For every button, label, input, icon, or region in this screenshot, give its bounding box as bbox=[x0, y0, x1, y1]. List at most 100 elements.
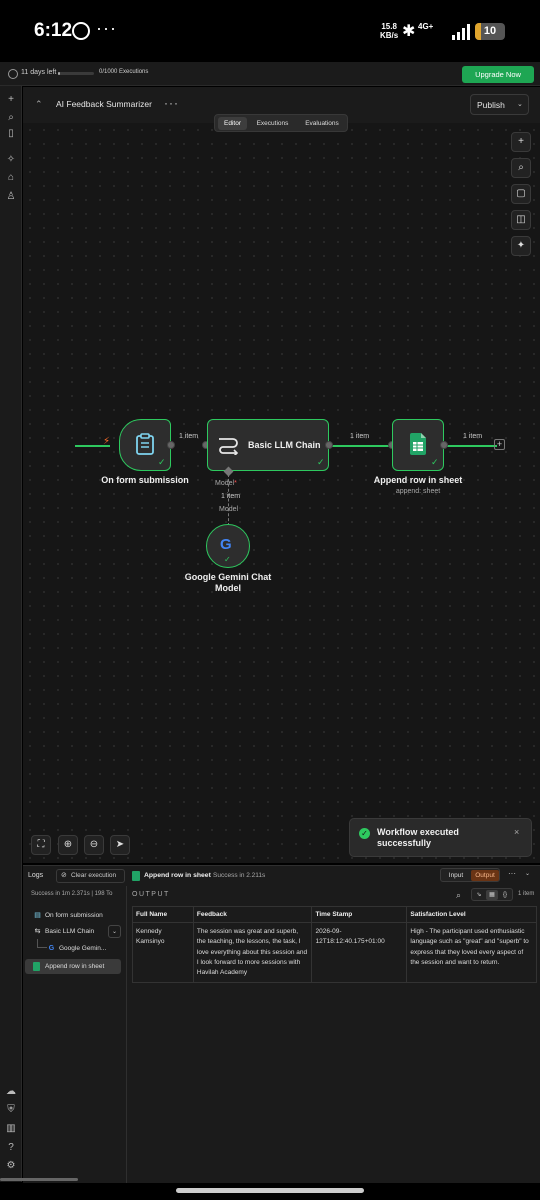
user-icon[interactable]: ♙ bbox=[5, 191, 17, 203]
connection-line bbox=[330, 445, 393, 447]
output-port[interactable] bbox=[325, 441, 333, 449]
settings-icon[interactable]: ⚙ bbox=[5, 1160, 17, 1172]
output-node-title: Append row in sheet bbox=[144, 872, 211, 879]
network-speed-value: 15.8 bbox=[381, 22, 397, 31]
status-bar: 6:12 ··· 15.8 KB/s ✱ 4G+ 10 bbox=[0, 0, 540, 62]
workflow-canvas[interactable]: + ⌕ ▢ ◫ ✦ ⚡ ✓ On form submission 1 item … bbox=[23, 123, 540, 863]
tab-evaluations[interactable]: Evaluations bbox=[298, 117, 346, 130]
column-header: Satisfaction Level bbox=[406, 906, 537, 923]
templates-icon[interactable]: ✧ bbox=[5, 154, 17, 166]
check-circle-icon: ✓ bbox=[359, 828, 370, 839]
sticky-note-icon[interactable]: ▢ bbox=[511, 184, 531, 204]
whatsapp-icon bbox=[72, 22, 90, 40]
log-tree: Success in 1m 2.371s | 198 To ▤ On form … bbox=[23, 886, 127, 1184]
output-table: Full Name Feedback Time Stamp Satisfacti… bbox=[132, 906, 537, 984]
node-label: On form submission bbox=[101, 475, 189, 485]
ai-assistant-icon[interactable]: ✦ bbox=[511, 236, 531, 256]
column-header: Feedback bbox=[192, 906, 313, 923]
schema-view-icon[interactable]: ⇘ bbox=[473, 890, 485, 900]
log-item-form[interactable]: ▤ On form submission bbox=[25, 908, 121, 923]
add-node-icon[interactable]: + bbox=[511, 132, 531, 152]
cell-time-stamp: 2026-09-12T18:12:40.175+01:00 bbox=[311, 921, 408, 984]
node-subtitle: append: sheet bbox=[395, 488, 441, 495]
success-check-icon: ✓ bbox=[431, 457, 439, 467]
battery-level: 10 bbox=[483, 25, 497, 37]
workflow-menu-icon[interactable]: ··· bbox=[164, 96, 179, 110]
output-panel: Append row in sheet Success in 2.211s In… bbox=[128, 866, 540, 1184]
output-port[interactable] bbox=[440, 441, 448, 449]
clipboard-icon: ▤ bbox=[34, 912, 41, 919]
publish-button[interactable]: Publish bbox=[477, 100, 505, 110]
network-type: 4G+ bbox=[418, 22, 434, 31]
log-item-gemini[interactable]: G Google Gemin... bbox=[39, 941, 121, 956]
search-icon[interactable]: ⌕ bbox=[5, 112, 17, 124]
shield-icon[interactable]: ⛨ bbox=[5, 1104, 17, 1116]
success-check-icon: ✓ bbox=[158, 457, 166, 467]
tab-executions[interactable]: Executions bbox=[250, 117, 295, 130]
cloud-icon[interactable]: ☁ bbox=[5, 1086, 17, 1098]
toast-message: Workflow executed successfully bbox=[377, 827, 459, 848]
log-item-sheet[interactable]: Append row in sheet bbox=[25, 959, 121, 974]
success-check-icon: ✓ bbox=[317, 457, 325, 467]
clear-execution-button[interactable]: Clear execution bbox=[56, 869, 125, 883]
horizontal-scrollbar[interactable] bbox=[0, 1178, 78, 1181]
search-icon[interactable]: ⌕ bbox=[456, 890, 461, 901]
cell-feedback: The session was great and superb, the te… bbox=[192, 921, 313, 984]
publish-group: Publish ⌄ bbox=[470, 94, 529, 115]
collapse-icon[interactable]: ⌃ bbox=[35, 99, 43, 110]
insights-icon[interactable]: ▥ bbox=[5, 1123, 17, 1135]
tidy-up-icon[interactable]: ➤ bbox=[110, 835, 130, 855]
input-output-toggle: Input Output bbox=[440, 868, 500, 882]
node-label: Append row in sheet bbox=[373, 475, 463, 485]
view-tabs: Editor Executions Evaluations bbox=[214, 114, 348, 132]
output-port[interactable] bbox=[167, 441, 175, 449]
more-options-icon[interactable]: ··· bbox=[508, 869, 516, 878]
connection-item-count: 1 item bbox=[221, 493, 241, 500]
json-view-icon[interactable]: {} bbox=[499, 890, 511, 900]
help-icon[interactable]: ? bbox=[5, 1142, 17, 1154]
canvas-search-icon[interactable]: ⌕ bbox=[511, 158, 531, 178]
sheets-icon bbox=[132, 871, 140, 881]
add-next-node-button[interactable]: + bbox=[494, 439, 505, 450]
info-icon bbox=[8, 69, 18, 79]
upgrade-now-button[interactable]: Upgrade Now bbox=[462, 66, 534, 83]
zoom-in-icon[interactable]: ⊕ bbox=[58, 835, 78, 855]
log-item-llm[interactable]: ⇆ Basic LLM Chain ⌄ bbox=[25, 924, 121, 939]
output-tab[interactable]: Output bbox=[471, 870, 499, 881]
log-item-label: Google Gemin... bbox=[59, 945, 107, 952]
connection-item-count: 1 item bbox=[350, 433, 370, 440]
append-sheet-node[interactable]: ✓ bbox=[392, 419, 444, 471]
add-icon[interactable]: + bbox=[5, 94, 17, 106]
table-header-row: Full Name Feedback Time Stamp Satisfacti… bbox=[132, 906, 537, 923]
trigger-node[interactable]: ✓ bbox=[119, 419, 171, 471]
logs-title: Logs bbox=[28, 872, 44, 879]
zoom-out-icon[interactable]: ⊖ bbox=[84, 835, 104, 855]
column-header: Full Name bbox=[132, 906, 194, 923]
expand-toggle-icon[interactable]: ⌄ bbox=[108, 925, 121, 938]
gemini-model-node[interactable]: G ✓ bbox=[206, 524, 250, 568]
panel-icon[interactable]: ▯ bbox=[5, 128, 17, 140]
battery-icon: 10 bbox=[475, 23, 505, 40]
chevron-down-icon[interactable]: ⌄ bbox=[525, 870, 530, 877]
network-speed-unit: KB/s bbox=[380, 31, 399, 40]
network-speed: 15.8 KB/s bbox=[380, 22, 398, 40]
input-tab[interactable]: Input bbox=[443, 870, 469, 881]
trial-days-left: 11 days left bbox=[21, 69, 57, 76]
tab-editor[interactable]: Editor bbox=[218, 117, 247, 130]
log-item-label: Basic LLM Chain bbox=[45, 928, 95, 935]
close-icon[interactable]: × bbox=[514, 827, 519, 837]
chevron-down-icon[interactable]: ⌄ bbox=[517, 100, 523, 108]
sidebar-toggle-icon[interactable]: ◫ bbox=[511, 210, 531, 230]
home-icon[interactable]: ⌂ bbox=[5, 172, 17, 184]
logs-panel: Logs Clear execution Success in 1m 2.371… bbox=[23, 865, 540, 1184]
workflow-title[interactable]: AI Feedback Summarizer bbox=[56, 99, 152, 109]
home-gesture-bar[interactable] bbox=[176, 1188, 364, 1193]
view-mode-toggle: ⇘ ▦ {} bbox=[471, 888, 513, 901]
required-mark: * bbox=[234, 480, 237, 487]
table-view-icon[interactable]: ▦ bbox=[486, 890, 498, 900]
connection-item-count: 1 item bbox=[463, 433, 483, 440]
llm-chain-node[interactable]: Basic LLM Chain ✓ bbox=[207, 419, 329, 471]
fit-view-icon[interactable]: ⛶ bbox=[31, 835, 51, 855]
cell-full-name: Kennedy Kamsinyo bbox=[132, 921, 194, 984]
google-icon: G bbox=[220, 536, 232, 553]
